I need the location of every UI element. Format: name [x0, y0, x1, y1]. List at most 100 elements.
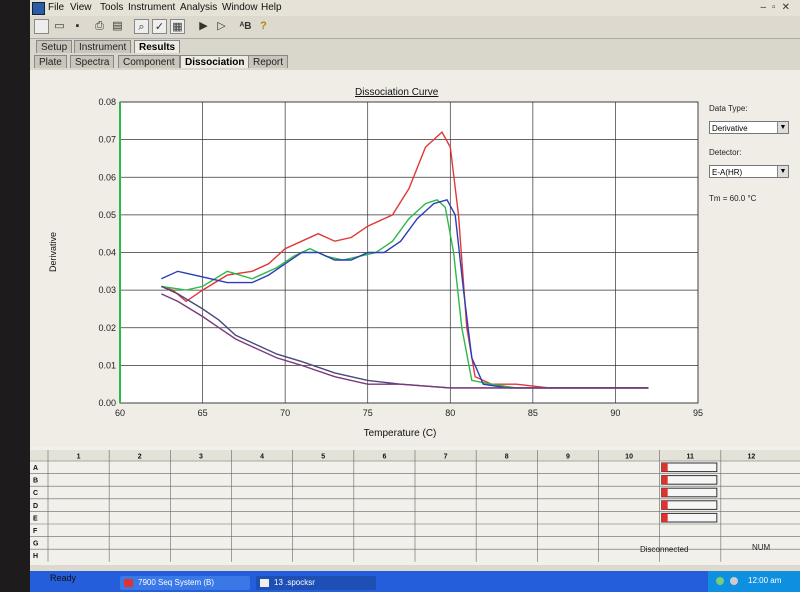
- dissociation-chart: 60 65 70 75 80 85 90 95 0.00 0.01 0.02 0.03 0.04 0.0…: [48, 97, 703, 439]
- x-tick-label: 95: [693, 408, 703, 418]
- tab-setup[interactable]: Setup: [36, 40, 73, 53]
- tab-component[interactable]: Component: [118, 55, 180, 68]
- clock: 12:00 am: [748, 576, 782, 585]
- grid-col-header[interactable]: 6: [382, 454, 386, 461]
- taskbar-item-seq-system[interactable]: 7900 Seq System (B): [120, 576, 250, 590]
- tab-spectra[interactable]: Spectra: [70, 55, 115, 68]
- y-tick-label: 0.06: [98, 172, 116, 182]
- print-icon[interactable]: ⎙: [92, 19, 107, 34]
- chevron-down-icon[interactable]: ▼: [777, 166, 788, 177]
- results-panel: Dissociation Curve 60 65 70 75 80 85 90 95 0.00…: [30, 70, 800, 447]
- x-tick-label: 80: [445, 408, 455, 418]
- menu-window[interactable]: Window: [222, 2, 258, 13]
- grid-col-header[interactable]: 11: [687, 454, 695, 461]
- grid-col-header[interactable]: 3: [199, 454, 203, 461]
- app-window: File View Tools Instrument Analysis Wind…: [30, 0, 800, 592]
- x-tick-label: 65: [198, 408, 208, 418]
- grid-row-header[interactable]: D: [33, 503, 38, 510]
- grid-row-header[interactable]: H: [33, 553, 38, 560]
- spell-check-icon[interactable]: ᴬB: [238, 19, 253, 34]
- grid-row-header[interactable]: E: [33, 515, 38, 522]
- print-preview-icon[interactable]: ▤: [110, 19, 125, 34]
- step-icon[interactable]: ▷: [214, 19, 229, 34]
- save-icon[interactable]: ▪: [70, 19, 85, 34]
- app-icon: [32, 2, 45, 15]
- detector-select[interactable]: E-A(HR) ▼: [709, 165, 789, 178]
- y-tick-label: 0.03: [98, 285, 116, 295]
- num-lock-indicator: NUM: [752, 543, 771, 552]
- x-tick-label: 85: [528, 408, 538, 418]
- tm-readout: Tm = 60.0 °C: [709, 194, 757, 203]
- menu-analysis[interactable]: Analysis: [180, 2, 217, 13]
- well-marker: [661, 463, 668, 472]
- menu-help[interactable]: Help: [261, 2, 282, 13]
- x-axis-label: Temperature (C): [364, 428, 437, 439]
- grid-col-header[interactable]: 2: [138, 454, 142, 461]
- selected-well[interactable]: [661, 512, 718, 523]
- grid-row-header[interactable]: B: [33, 478, 38, 485]
- selected-well[interactable]: [661, 500, 718, 510]
- selected-well[interactable]: [661, 462, 718, 473]
- detector-label: Detector:: [709, 148, 742, 157]
- tab-instrument[interactable]: Instrument: [74, 40, 132, 53]
- y-axis-label: Derivative: [48, 232, 58, 272]
- help-icon[interactable]: ?: [256, 19, 271, 34]
- grid-col-header[interactable]: 7: [444, 454, 448, 461]
- grid-col-header[interactable]: 9: [566, 454, 570, 461]
- menu-bar: File View Tools Instrument Analysis Wind…: [30, 0, 800, 16]
- grid-col-header[interactable]: 12: [748, 454, 756, 461]
- taskbar-item-folder[interactable]: 13 .spocksr: [256, 576, 376, 590]
- main-tabs: Setup Instrument Results: [30, 39, 800, 53]
- volume-icon[interactable]: [730, 577, 738, 585]
- zoom-icon[interactable]: ⌕: [134, 19, 149, 34]
- tab-report[interactable]: Report: [248, 55, 289, 68]
- network-icon[interactable]: [716, 577, 724, 585]
- x-tick-label: 70: [280, 408, 290, 418]
- selected-well[interactable]: [661, 487, 718, 498]
- grid-col-header[interactable]: 8: [505, 454, 509, 461]
- grid-col-header[interactable]: 4: [260, 454, 264, 461]
- y-tick-label: 0.05: [98, 210, 116, 220]
- tab-dissociation[interactable]: Dissociation: [180, 55, 250, 68]
- data-type-label: Data Type:: [709, 104, 748, 113]
- x-tick-label: 60: [115, 408, 125, 418]
- edit-check-icon[interactable]: ✓: [152, 19, 167, 34]
- chevron-down-icon[interactable]: ▼: [777, 122, 788, 133]
- menu-instrument[interactable]: Instrument: [128, 2, 175, 13]
- sub-tabs: Plate Spectra Component Dissociation Rep…: [30, 54, 800, 68]
- well-marker: [661, 500, 668, 510]
- y-tick-label: 0.08: [98, 97, 116, 107]
- y-tick-label: 0.02: [98, 323, 116, 333]
- window-controls[interactable]: –▫✕: [761, 2, 797, 13]
- well-marker: [661, 475, 668, 485]
- open-folder-icon[interactable]: ▭: [52, 19, 67, 34]
- x-tick-label: 90: [610, 408, 620, 418]
- y-tick-label: 0.00: [98, 398, 116, 408]
- y-tick-label: 0.01: [98, 360, 116, 370]
- data-type-select[interactable]: Derivative ▼: [709, 121, 789, 134]
- play-icon[interactable]: ▶: [196, 19, 211, 34]
- menu-view[interactable]: View: [70, 2, 92, 13]
- grid-col-header[interactable]: 1: [77, 454, 81, 461]
- menu-file[interactable]: File: [48, 2, 64, 13]
- well-marker: [661, 513, 668, 522]
- table-icon[interactable]: ▦: [170, 19, 185, 34]
- grid-row-header[interactable]: F: [33, 528, 38, 535]
- grid-row-header[interactable]: C: [33, 490, 38, 497]
- menu-tools[interactable]: Tools: [100, 2, 123, 13]
- tab-plate[interactable]: Plate: [34, 55, 67, 68]
- tab-results[interactable]: Results: [134, 40, 181, 53]
- taskbar: 7900 Seq System (B) 13 .spocksr 12:00 am: [30, 571, 800, 592]
- new-file-icon[interactable]: [34, 19, 49, 34]
- toolbar: ▭ ▪ ⎙ ▤ ⌕ ✓ ▦ ▶ ▷ ᴬB ?: [30, 16, 800, 39]
- system-tray: 12:00 am: [708, 571, 800, 592]
- grid-row-header[interactable]: A: [33, 465, 38, 472]
- grid-col-header[interactable]: 10: [625, 454, 633, 461]
- y-tick-label: 0.07: [98, 135, 116, 145]
- grid-col-header[interactable]: 5: [321, 454, 325, 461]
- selected-well[interactable]: [661, 475, 718, 485]
- grid-row-header[interactable]: G: [33, 541, 39, 548]
- folder-icon: [260, 579, 269, 587]
- data-type-value: Derivative: [712, 124, 748, 133]
- y-tick-label: 0.04: [98, 248, 116, 258]
